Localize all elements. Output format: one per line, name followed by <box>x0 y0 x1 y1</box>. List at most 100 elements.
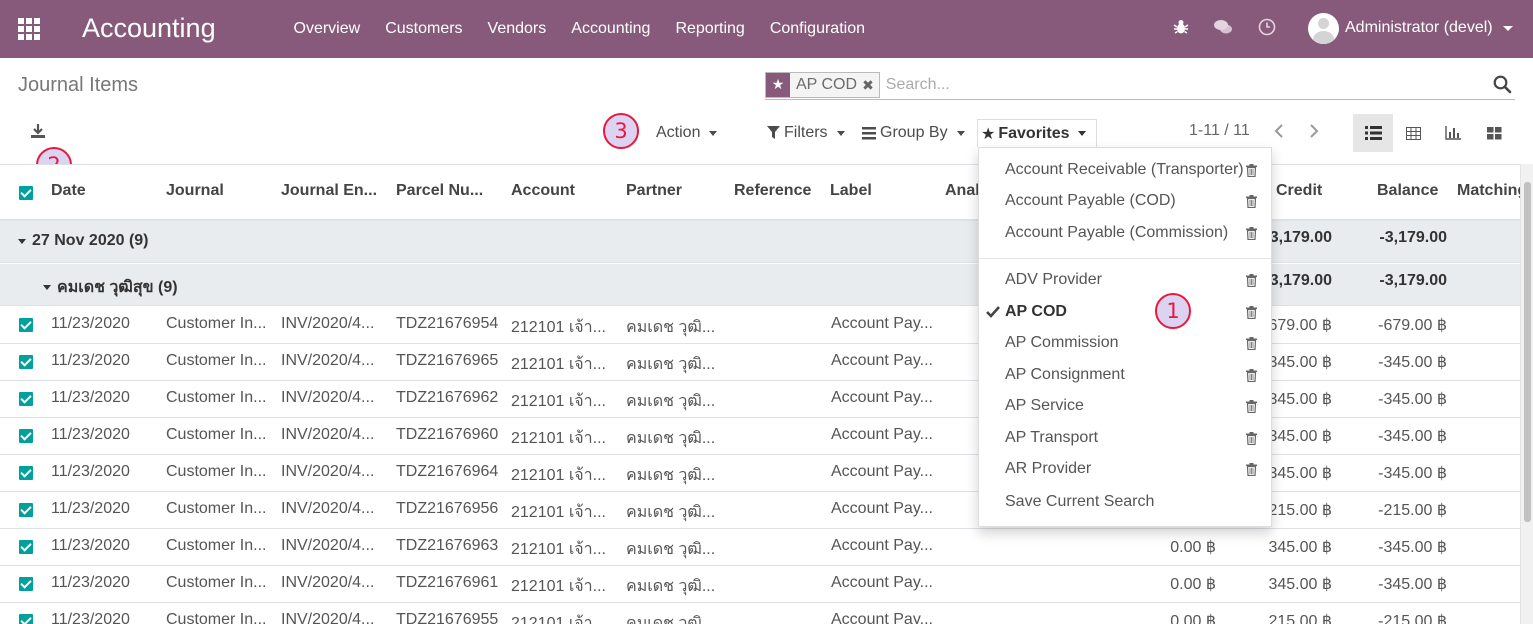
favorite-item[interactable]: ADV Provider <box>979 266 1271 296</box>
table-row[interactable]: 11/23/2020 Customer In... INV/2020/4... TDZ… <box>0 566 1520 603</box>
favorite-item[interactable]: AR Provider <box>979 455 1271 485</box>
menu-vendors[interactable]: Vendors <box>475 0 559 58</box>
table-row[interactable]: 11/23/2020 Customer In... INV/2020/4... TDZ… <box>0 418 1520 455</box>
row-checkbox[interactable] <box>19 355 33 369</box>
group-row-partner[interactable]: คมเดช วุฒิสุข (9) 3,179.00 -3,179.00 <box>0 264 1520 306</box>
table-row[interactable]: 11/23/2020 Customer In... INV/2020/4... TDZ… <box>0 344 1520 381</box>
avatar <box>1308 12 1339 44</box>
bug-icon[interactable] <box>1171 18 1191 38</box>
cell-balance: -345.00 ฿ <box>1378 465 1447 482</box>
column-credit[interactable]: Credit <box>1276 182 1322 200</box>
menu-customers[interactable]: Customers <box>373 0 475 58</box>
vertical-scrollbar[interactable] <box>1520 164 1533 624</box>
group-credit: 3,179.00 <box>1269 272 1332 289</box>
cell-journal: Customer In... <box>166 389 267 406</box>
scrollbar-thumb[interactable] <box>1524 182 1531 522</box>
row-checkbox[interactable] <box>19 540 33 554</box>
save-current-search-item[interactable]: Save Current Search <box>979 488 1271 518</box>
menu-accounting[interactable]: Accounting <box>559 0 663 58</box>
menu-reporting[interactable]: Reporting <box>663 0 757 58</box>
column-account[interactable]: Account <box>511 182 575 200</box>
column-date[interactable]: Date <box>51 182 86 200</box>
column-journal-entry[interactable]: Journal En... <box>281 182 377 200</box>
row-checkbox[interactable] <box>19 392 33 406</box>
column-parcel-number[interactable]: Parcel Nu... <box>396 182 483 200</box>
app-brand[interactable]: Accounting <box>82 12 216 44</box>
row-checkbox[interactable] <box>19 318 33 332</box>
trash-icon[interactable] <box>1246 227 1257 245</box>
list-view-icon[interactable] <box>1353 114 1393 152</box>
table-row[interactable]: 11/23/2020 Customer In... INV/2020/4... TDZ… <box>0 529 1520 566</box>
table-row[interactable]: 11/23/2020 Customer In... INV/2020/4... TDZ… <box>0 603 1520 624</box>
favorite-item[interactable]: Account Payable (Commission) <box>979 219 1271 249</box>
favorite-item[interactable]: AP COD <box>979 298 1271 328</box>
table-row[interactable]: 11/23/2020 Customer In... INV/2020/4... TDZ… <box>0 455 1520 492</box>
filters-button[interactable]: Filters <box>767 122 845 144</box>
search-facet: ★ AP COD ✖ <box>765 71 880 98</box>
favorite-item[interactable]: AP Commission <box>979 329 1271 359</box>
cell-partner: คมเดช วุฒิ... <box>626 430 716 447</box>
select-all-checkbox[interactable] <box>19 186 33 200</box>
menu-configuration[interactable]: Configuration <box>757 0 877 58</box>
favorite-item[interactable]: AP Service <box>979 392 1271 422</box>
apps-icon[interactable] <box>18 18 40 40</box>
row-checkbox[interactable] <box>19 614 33 624</box>
column-balance[interactable]: Balance <box>1377 182 1438 200</box>
favorite-item[interactable]: AP Transport <box>979 424 1271 454</box>
cell-account: 212101 เจ้า... <box>511 319 606 336</box>
chevron-down-icon <box>1502 25 1513 31</box>
favorites-button[interactable]: ★ Favorites <box>977 119 1097 147</box>
clock-icon[interactable] <box>1257 18 1277 38</box>
trash-icon[interactable] <box>1246 400 1257 418</box>
chevron-left-icon[interactable] <box>1273 122 1285 145</box>
groupby-button[interactable]: Group By <box>862 122 965 144</box>
group-row-date[interactable]: 27 Nov 2020 (9) 3,179.00 -3,179.00 <box>0 221 1520 263</box>
chat-icon[interactable] <box>1213 18 1233 38</box>
favorite-label: ADV Provider <box>1005 271 1102 288</box>
table-row[interactable]: 11/23/2020 Customer In... INV/2020/4... TDZ… <box>0 492 1520 529</box>
cell-parcel-number: TDZ21676961 <box>396 574 499 591</box>
user-menu[interactable]: Administrator (devel) <box>1308 12 1513 44</box>
row-checkbox[interactable] <box>19 466 33 480</box>
action-button[interactable]: Action <box>656 122 718 144</box>
table-row[interactable]: 11/23/2020 Customer In... INV/2020/4... TDZ… <box>0 307 1520 344</box>
search-input[interactable] <box>885 75 1489 94</box>
cell-parcel-number: TDZ21676960 <box>396 426 499 443</box>
trash-icon[interactable] <box>1246 463 1257 481</box>
download-icon[interactable] <box>28 121 48 141</box>
check-icon <box>986 305 1000 323</box>
trash-icon[interactable] <box>1246 306 1257 324</box>
favorite-item[interactable]: Account Payable (COD) <box>979 187 1271 217</box>
trash-icon[interactable] <box>1246 164 1257 182</box>
trash-icon[interactable] <box>1246 274 1257 292</box>
trash-icon[interactable] <box>1246 432 1257 450</box>
cell-date: 11/23/2020 <box>51 389 130 406</box>
kanban-view-icon[interactable] <box>1474 114 1514 152</box>
pager-value[interactable]: 1-11 / 11 <box>1189 122 1250 140</box>
trash-icon[interactable] <box>1246 369 1257 387</box>
table-row[interactable]: 11/23/2020 Customer In... INV/2020/4... TDZ… <box>0 381 1520 418</box>
column-matching[interactable]: Matching <box>1457 182 1520 200</box>
column-journal[interactable]: Journal <box>166 182 224 200</box>
column-partner[interactable]: Partner <box>626 182 682 200</box>
favorite-item[interactable]: Account Receivable (Transporter) <box>979 156 1271 186</box>
row-checkbox[interactable] <box>19 503 33 517</box>
search-icon[interactable] <box>1489 72 1515 98</box>
column-analytic[interactable]: Anal <box>945 182 980 200</box>
trash-icon[interactable] <box>1246 337 1257 355</box>
favorite-item[interactable]: AP Consignment <box>979 361 1271 391</box>
close-icon[interactable]: ✖ <box>862 73 874 97</box>
cell-balance: -679.00 ฿ <box>1378 317 1447 334</box>
chevron-right-icon[interactable] <box>1308 122 1320 145</box>
graph-view-icon[interactable] <box>1433 114 1473 152</box>
cell-parcel-number: TDZ21676962 <box>396 389 499 406</box>
menu-overview[interactable]: Overview <box>281 0 373 58</box>
column-label[interactable]: Label <box>830 182 872 200</box>
column-reference[interactable]: Reference <box>734 182 811 200</box>
pivot-view-icon[interactable] <box>1393 114 1433 152</box>
favorite-label: AP Transport <box>1005 429 1099 446</box>
cell-credit: 345.00 ฿ <box>1268 576 1332 593</box>
trash-icon[interactable] <box>1246 195 1257 213</box>
row-checkbox[interactable] <box>19 429 33 443</box>
row-checkbox[interactable] <box>19 577 33 591</box>
